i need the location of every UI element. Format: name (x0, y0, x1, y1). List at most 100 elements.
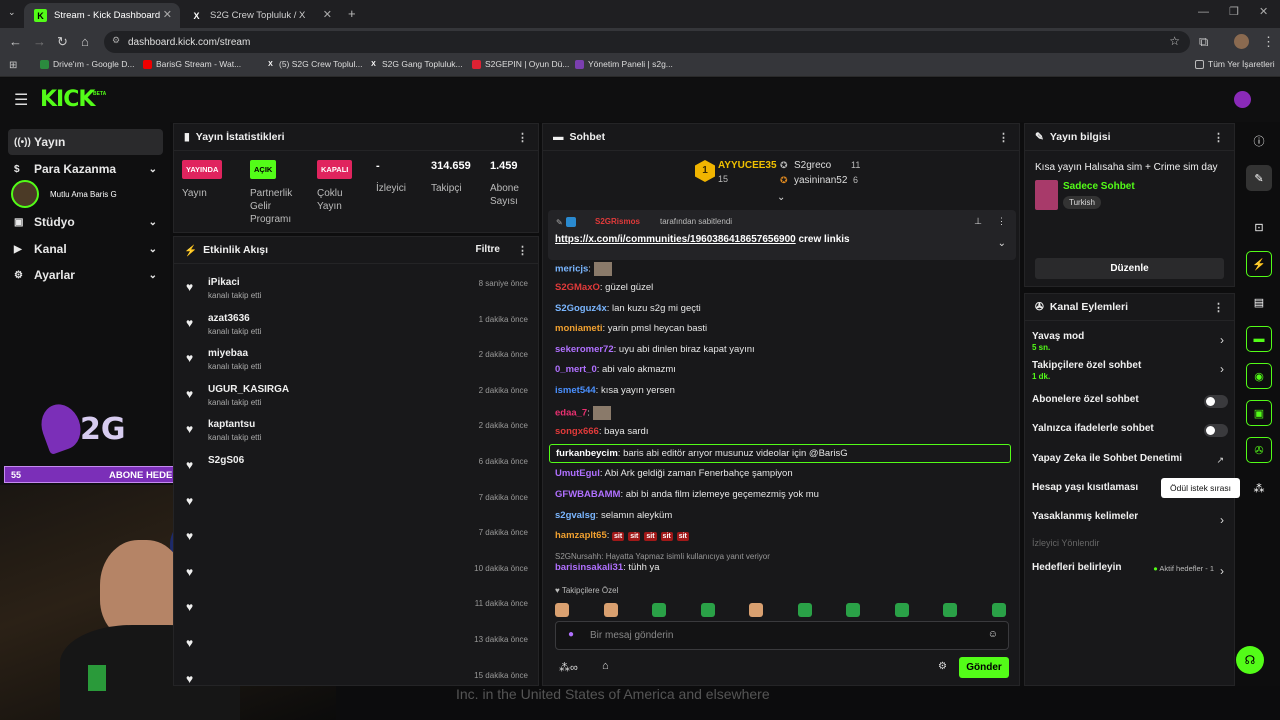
chat-message[interactable]: sekeromer72: uyu abi dinlen biraz kapat … (555, 344, 755, 355)
bookmark-item[interactable]: BarisG Stream - Wat... (143, 59, 241, 69)
event-username[interactable]: kaptantsu (208, 419, 255, 430)
chat-input[interactable]: ● Bir mesaj gönderin ☺ (555, 621, 1009, 650)
followers-only-row[interactable]: Takipçilere özel sohbet 1 dk. › (1032, 358, 1228, 382)
chat-message[interactable]: furkanbeycim: baris abi editör arıyor mu… (549, 444, 1011, 463)
browser-menu-icon[interactable]: ⋮ (1262, 34, 1275, 50)
event-username[interactable]: S2gS06 (208, 455, 244, 466)
chat-message[interactable]: barisinsakali31: tühh ya (555, 562, 660, 573)
profile-avatar[interactable] (1234, 34, 1249, 49)
bookmark-item[interactable]: X S2G Gang Topluluk... (369, 59, 463, 69)
goals-row[interactable]: Hedefleri belirleyin ● Aktif hedefler - … (1032, 560, 1228, 584)
document-icon[interactable]: ▤ (1246, 289, 1272, 315)
chat-username[interactable]: sekeromer72 (555, 344, 614, 355)
top-gifter-2-name[interactable]: S2greco (794, 160, 831, 171)
bookmark-item[interactable]: X (5) S2G Crew Toplul... (266, 59, 362, 69)
maximize-icon[interactable]: ❐ (1229, 5, 1239, 18)
more-icon[interactable]: ⋮ (517, 131, 528, 144)
site-info-icon[interactable]: ⚙ (112, 35, 120, 46)
url-field[interactable]: ⚙ dashboard.kick.com/stream ☆ (104, 31, 1190, 53)
bookmark-item[interactable]: Yönetim Paneli | s2g... (575, 59, 673, 69)
emote-icon[interactable] (943, 603, 957, 617)
emote-icon[interactable] (991, 603, 1006, 617)
chat-message[interactable]: ismet544: kısa yayın yersen (555, 385, 675, 396)
support-icon[interactable]: ☊ (1236, 646, 1264, 674)
chat-message[interactable]: edaa_7: (555, 406, 611, 420)
collapse-icon[interactable]: ⌄ (777, 192, 785, 203)
chat-message[interactable]: S2GMaxO: güzel güzel (555, 282, 653, 293)
reload-icon[interactable]: ↻ (57, 34, 68, 50)
more-icon[interactable]: ⋮ (1213, 131, 1224, 144)
subscribers-only-toggle[interactable] (1204, 395, 1228, 408)
filter-button[interactable]: Filtre (476, 244, 500, 255)
back-icon[interactable]: ← (9, 34, 22, 49)
emote-icon[interactable] (555, 603, 569, 617)
chat-username[interactable]: 0_mert_0 (555, 364, 597, 375)
bookmark-star-icon[interactable]: ☆ (1169, 34, 1180, 48)
close-icon[interactable]: ✕ (323, 8, 332, 21)
sidebar-item-yayin[interactable]: ((•)) Yayın (8, 129, 163, 155)
more-icon[interactable]: ⋮ (997, 216, 1006, 227)
lightning-icon[interactable]: ⚡ (1246, 251, 1272, 277)
pin-toggle-icon[interactable]: ⊥ (974, 216, 982, 227)
chat-username[interactable]: s2gvalsg (555, 510, 596, 521)
edit-icon[interactable]: ✎ (1246, 165, 1272, 191)
chat-settings-icon[interactable]: ⚙ (938, 661, 947, 672)
microphone-icon[interactable]: ● (568, 629, 574, 640)
chat-message[interactable]: mericjs: (555, 262, 612, 276)
layout-icon[interactable]: ▣ (1246, 400, 1272, 426)
minimize-icon[interactable]: — (1198, 6, 1209, 18)
emote-icon[interactable] (603, 603, 618, 617)
top-gifter-3-name[interactable]: yasininan52 (794, 175, 847, 186)
chat-points-icon[interactable]: ⁂∞ (559, 661, 578, 674)
chat-username[interactable]: barisinsakali31 (555, 562, 623, 573)
emote-icon[interactable] (749, 603, 763, 617)
chat-message[interactable]: S2Goguz4x: lan kuzu s2g mi geçti (555, 303, 701, 314)
tab-x-community[interactable]: X S2G Crew Topluluk / X ✕ (180, 3, 340, 28)
capture-icon[interactable]: ⊡ (1246, 214, 1272, 240)
forward-icon[interactable]: → (33, 34, 46, 49)
banned-words-row[interactable]: Yasaklanmış kelimeler › (1032, 509, 1228, 533)
chat-username[interactable]: ismet544 (555, 385, 596, 396)
tab-kick-dashboard[interactable]: K Stream - Kick Dashboard ✕ (24, 3, 180, 28)
rewards-icon[interactable]: ⁂ (1246, 475, 1272, 501)
extensions-icon[interactable]: ⧉ (1199, 34, 1208, 50)
emote-icon[interactable] (700, 603, 715, 617)
category-name[interactable]: Sadece Sohbet (1063, 181, 1135, 192)
chat-username[interactable]: hamzaplt65 (555, 530, 607, 541)
emote-icon[interactable] (894, 603, 909, 617)
emote-icon[interactable] (846, 603, 860, 617)
chat-message[interactable]: UmutEgul: Abi Ark geldiği zaman Fenerbah… (555, 468, 793, 479)
chat-message[interactable]: GFWBABAMM: abi bi anda film izlemeye geç… (555, 489, 819, 500)
top-gifter-1-name[interactable]: AYYUCEE35 (718, 160, 777, 171)
chat-message[interactable]: moniameti: yarin pmsl heycan basti (555, 323, 707, 334)
bookmark-item[interactable]: S2GEPIN | Oyun Dü... (472, 59, 569, 69)
window-close-icon[interactable]: ✕ (1259, 5, 1268, 18)
pinned-link[interactable]: https://x.com/i/communities/196038641865… (555, 234, 796, 245)
tool-icon[interactable]: ✇ (1246, 437, 1272, 463)
event-username[interactable]: iPikaci (208, 277, 240, 288)
emote-only-toggle[interactable] (1204, 424, 1228, 437)
hamburger-menu-icon[interactable]: ☰ (14, 90, 28, 110)
close-icon[interactable]: ✕ (163, 8, 172, 21)
sidebar-item-ayarlar[interactable]: ⚙ Ayarlar ⌄ (8, 262, 163, 288)
event-username[interactable]: UGUR_KASIRGA (208, 384, 289, 395)
emoji-icon[interactable]: ☺ (988, 629, 998, 640)
sidebar-item-studyo[interactable]: ▣ Stüdyo ⌄ (8, 209, 163, 235)
info-icon[interactable]: ⓘ (1246, 128, 1272, 154)
chat-username[interactable]: S2GMaxO (555, 282, 600, 293)
more-icon[interactable]: ⋮ (998, 131, 1009, 144)
user-avatar[interactable] (1234, 91, 1251, 108)
ai-moderation-row[interactable]: Yapay Zeka ile Sohbet Denetimi ↗ (1032, 451, 1228, 475)
apps-grid-icon[interactable]: ⊞ (9, 60, 17, 71)
chat-bubble-icon[interactable]: ▬ (1246, 326, 1272, 352)
store-icon[interactable]: ⌂ (602, 660, 609, 672)
pinned-message[interactable]: ✎ S2GRismos tarafından sabitlendi ⊥ ⋮ ht… (548, 210, 1016, 260)
chat-username[interactable]: mericjs (555, 264, 588, 275)
sidebar-item-kanal[interactable]: ▶ Kanal ⌄ (8, 236, 163, 262)
chat-username[interactable]: edaa_7 (555, 408, 587, 419)
send-button[interactable]: Gönder (959, 657, 1009, 678)
home-icon[interactable]: ⌂ (81, 34, 89, 49)
chat-message[interactable]: 0_mert_0: abi valo akmazmı (555, 364, 676, 375)
event-username[interactable]: azat3636 (208, 313, 250, 324)
kick-logo[interactable]: KICK (40, 87, 95, 112)
